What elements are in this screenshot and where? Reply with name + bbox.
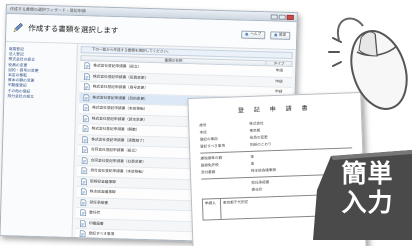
document-icon (80, 188, 87, 196)
column-header-type[interactable]: タイプ (265, 61, 292, 66)
field-value: 金 (250, 161, 255, 166)
document-type: 申請 (275, 68, 283, 74)
field-value: 金 (250, 154, 255, 159)
field-label: 登録免許税 (200, 163, 219, 168)
document-icon (81, 167, 88, 175)
document-icon (80, 209, 87, 217)
field-value: 東京都 (249, 128, 261, 133)
settings-button[interactable]: 設定 (269, 30, 291, 40)
field-label: 登記の事由 (199, 137, 218, 142)
window-controls (270, 13, 294, 20)
maximize-button[interactable] (278, 14, 286, 20)
document-icon (82, 115, 89, 122)
field-value: 役員の変更 (249, 135, 268, 140)
field-value: 別紙のとおり (249, 142, 272, 147)
sidebar-item[interactable]: 持分会社の設立 (7, 93, 72, 100)
close-button[interactable] (286, 14, 294, 20)
document-icon (84, 73, 90, 80)
field-label: 課税標準の額 (200, 155, 223, 161)
field-label (201, 181, 245, 188)
field-value: 就任承諾書 (251, 180, 270, 185)
badge-line-1: 簡単 (341, 159, 394, 188)
document-icon (82, 125, 89, 133)
field-label (202, 188, 246, 195)
applicant-label: 申請人 (202, 198, 222, 220)
field-label: 登記すべき事項 (199, 143, 225, 149)
page-title: 作成する書類を選択します (28, 23, 119, 36)
field-value: 委任状 (251, 187, 263, 192)
document-icon (79, 230, 86, 238)
field-label: 本店 (199, 130, 207, 135)
gear-icon (274, 33, 278, 37)
document-icon (83, 94, 90, 101)
pencil-icon (13, 22, 23, 32)
document-icon (80, 220, 86, 227)
document-icon (83, 104, 89, 112)
badge-line-2: 入力 (341, 188, 394, 217)
category-sidebar: 商業登記 法人登記 株式会社の設立 役員の変更 目的・商号の変更 本店の移転 資… (0, 42, 78, 238)
document-icon (84, 62, 91, 70)
help-icon (245, 32, 249, 36)
document-icon (81, 178, 87, 185)
minimize-button[interactable] (270, 13, 278, 20)
field-label: 添付書類 (200, 170, 216, 175)
document-icon (82, 146, 88, 154)
document-type: 申請 (275, 79, 283, 84)
field-value: 株主総会議事録 (250, 168, 277, 173)
field-label: 商号 (199, 123, 207, 128)
mouse-icon (328, 17, 408, 110)
document-icon (80, 199, 87, 206)
field-value: 株式会社 (249, 121, 264, 126)
document-icon (83, 83, 90, 91)
help-button[interactable]: ヘルプ (241, 30, 266, 39)
document-icon (81, 157, 88, 164)
document-icon (82, 136, 89, 143)
